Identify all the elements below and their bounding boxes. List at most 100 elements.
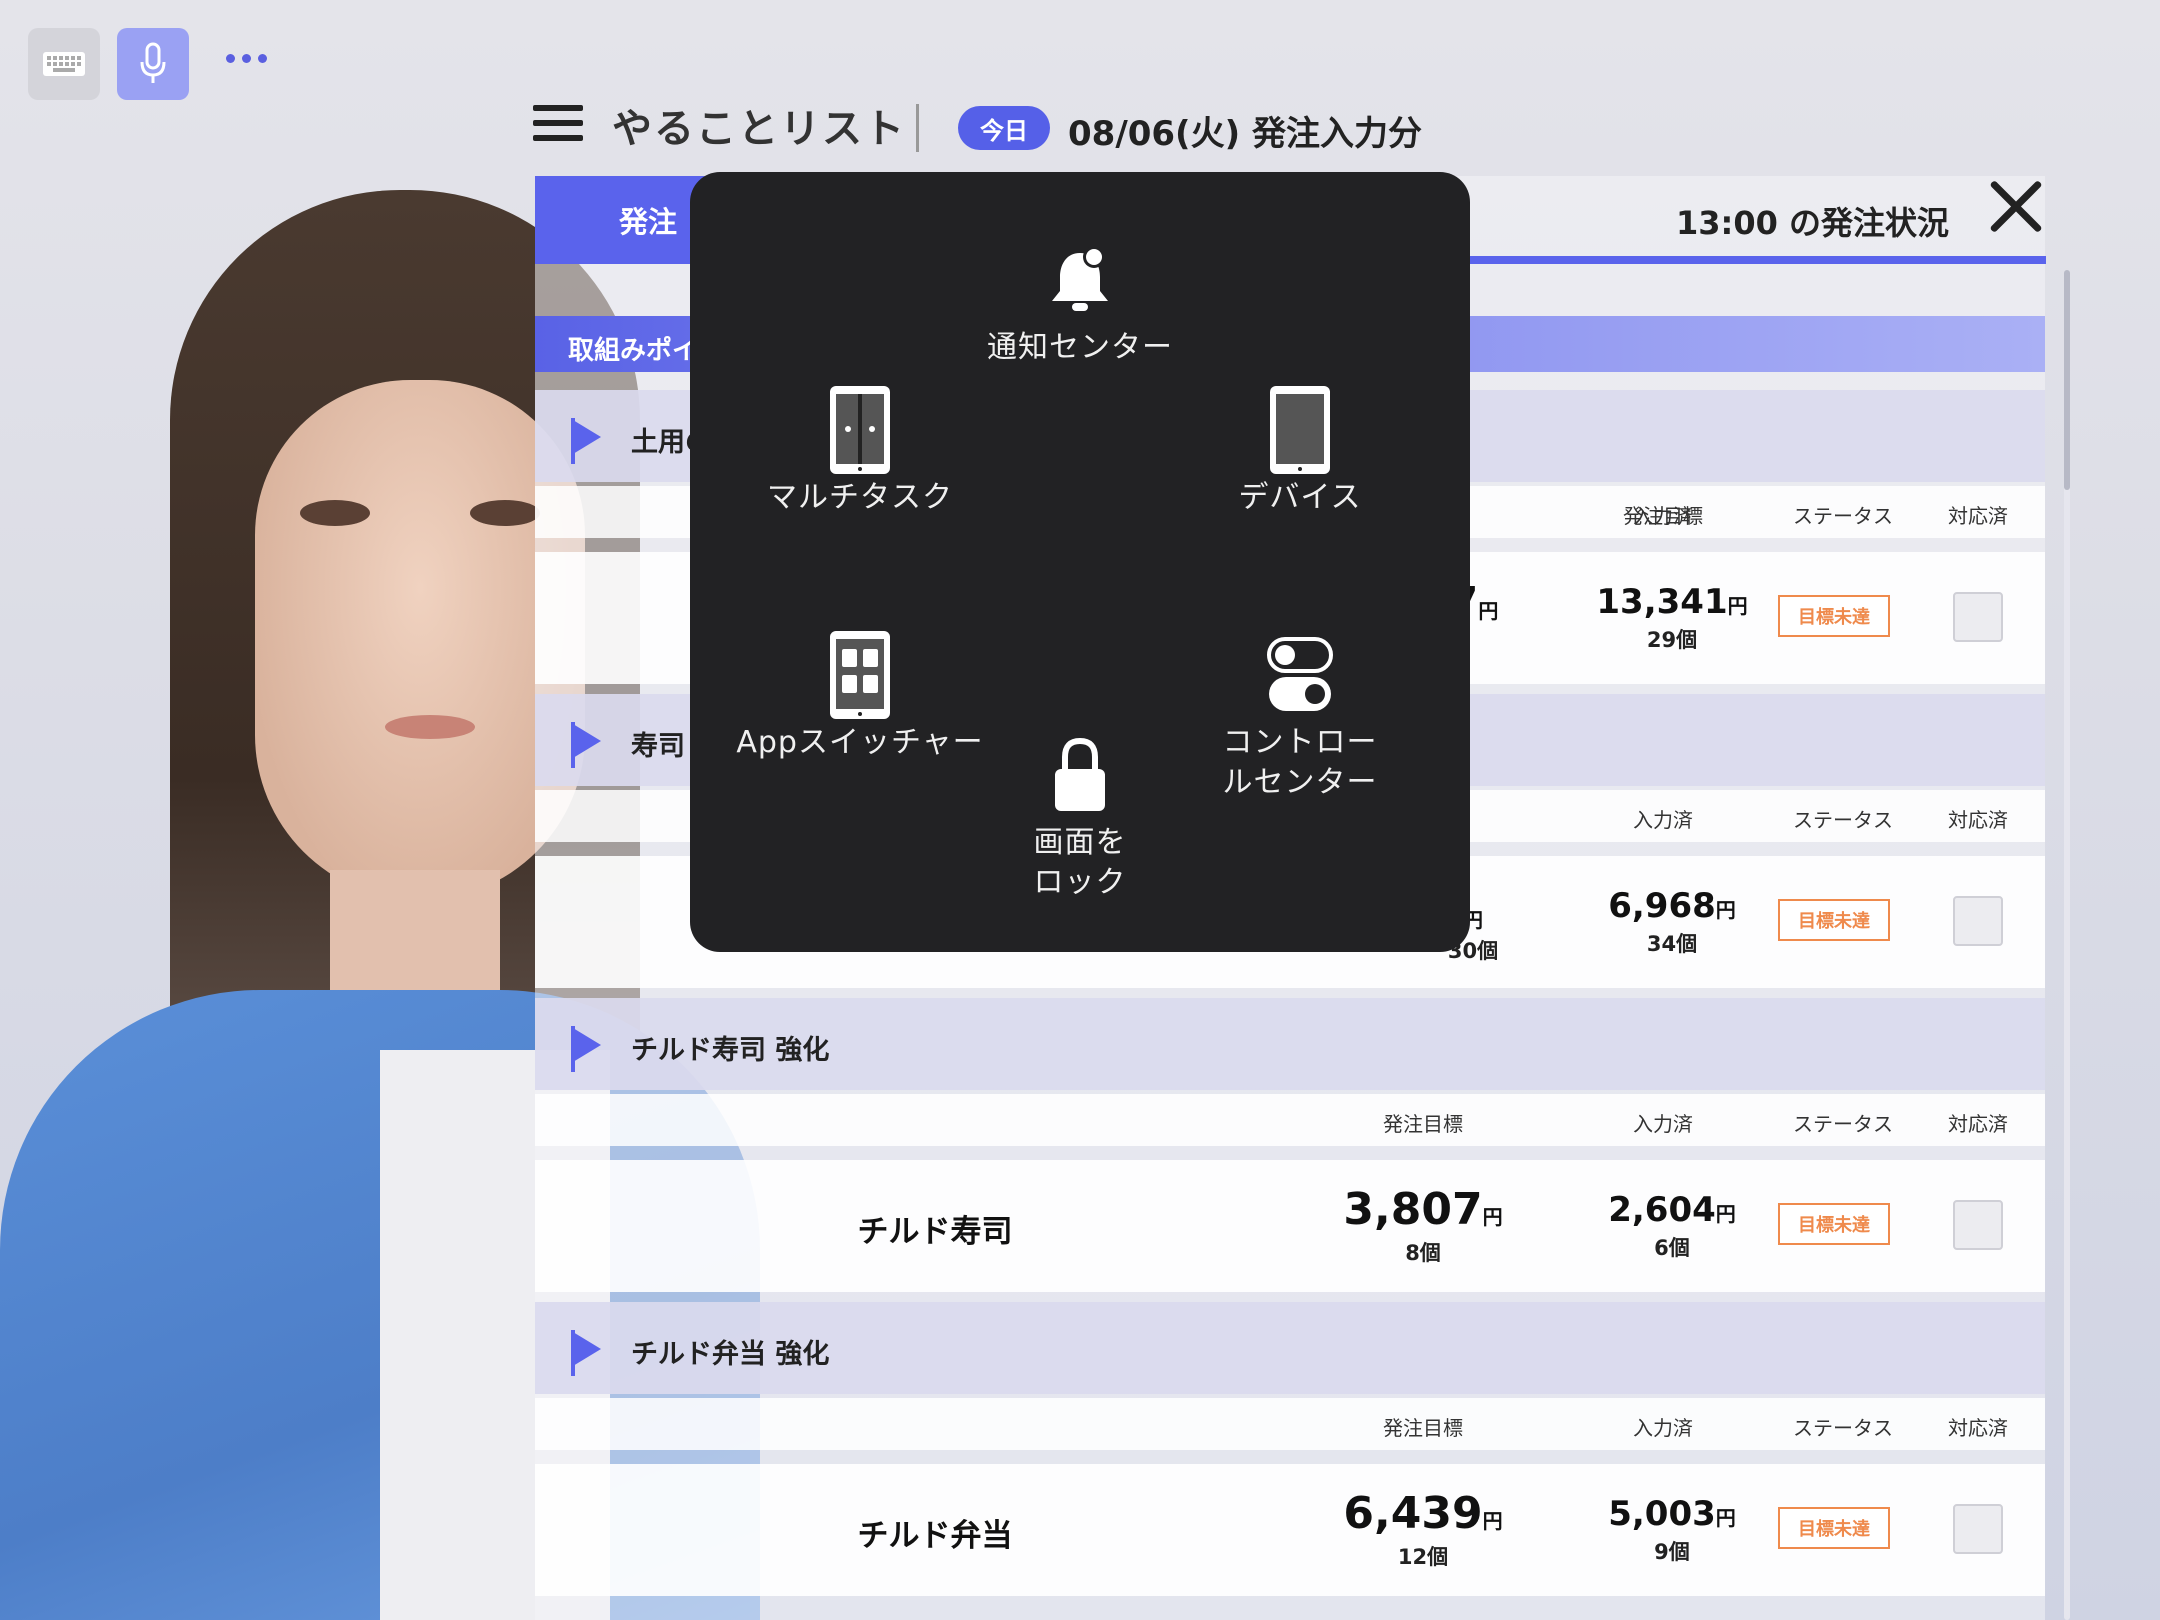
done-checkbox[interactable] xyxy=(1953,896,2003,946)
entered-value: 6,968 xyxy=(1608,886,1716,926)
tab-underline xyxy=(1466,256,2046,264)
multitask-button[interactable]: マルチタスク xyxy=(730,382,990,518)
more-button[interactable] xyxy=(222,48,270,68)
col-done: 対応済 xyxy=(1948,808,2008,832)
col-target: 発注目標 xyxy=(1383,1112,1463,1136)
col-status: ステータス xyxy=(1793,1112,1893,1136)
col-entered: 入力済 xyxy=(1633,1416,1693,1440)
multitask-label: マルチタスク xyxy=(767,480,953,515)
entered-cell: 5,003円 9個 xyxy=(1608,1494,1736,1566)
microphone-button[interactable] xyxy=(117,28,189,100)
col-entered: 入力済 xyxy=(1633,808,1693,832)
bell-icon xyxy=(1052,246,1108,311)
microphone-icon xyxy=(140,42,166,83)
done-checkbox[interactable] xyxy=(1953,592,2003,642)
section-title: チルド弁当 強化 xyxy=(631,1339,830,1370)
flag-shape xyxy=(573,420,601,454)
target-count: 8個 xyxy=(1405,1241,1441,1265)
target-cell: 6,439円 12個 xyxy=(1343,1488,1502,1571)
keyboard-button[interactable] xyxy=(28,28,100,100)
entered-count: 6個 xyxy=(1654,1236,1690,1260)
tab-order-label: 発注 xyxy=(619,205,678,239)
multitask-icon xyxy=(830,386,890,474)
section-header[interactable]: チルド弁当 強化 xyxy=(535,1302,2045,1394)
focus-points-label: 取組みポイ xyxy=(568,336,699,366)
close-icon[interactable] xyxy=(1986,176,2046,236)
section-title: チルド寿司 強化 xyxy=(631,1035,830,1066)
entered-count: 9個 xyxy=(1654,1540,1690,1564)
entered-unit: 円 xyxy=(1715,1202,1736,1226)
status-badge: 目標未達 xyxy=(1778,1507,1890,1549)
column-header-row: 発注目標 入力済 ステータス 対応済 xyxy=(535,1094,2045,1146)
section-header[interactable]: チルド寿司 強化 xyxy=(535,998,2045,1090)
lock-screen-label-line2: ロック xyxy=(1033,865,1127,900)
entered-unit: 円 xyxy=(1715,898,1736,922)
col-done: 対応済 xyxy=(1948,504,2008,528)
tablet-icon xyxy=(1270,386,1330,474)
page-title: やることリスト xyxy=(612,106,906,152)
more-dots-icon xyxy=(225,53,235,63)
status-badge: 目標未達 xyxy=(1778,1203,1890,1245)
col-status: ステータス xyxy=(1793,504,1893,528)
target-unit: 円 xyxy=(1478,599,1499,623)
lock-icon xyxy=(1055,737,1105,811)
notification-center-button[interactable]: 通知センター xyxy=(950,232,1210,368)
device-button[interactable]: デバイス xyxy=(1170,382,1430,518)
col-status: ステータス xyxy=(1793,808,1893,832)
done-checkbox[interactable] xyxy=(1953,1504,2003,1554)
toggle-switches-icon xyxy=(1267,637,1333,711)
header-divider xyxy=(916,104,919,152)
more-dot xyxy=(241,53,251,63)
table-row: チルド寿司 3,807円 8個 2,604円 6個 目標未達 xyxy=(535,1160,2045,1292)
app-switcher-icon xyxy=(830,631,890,719)
col-status: ステータス xyxy=(1793,1416,1893,1440)
entered-value: 5,003 xyxy=(1608,1494,1716,1534)
target-value: 3,807 xyxy=(1343,1184,1483,1235)
status-badge: 目標未達 xyxy=(1778,899,1890,941)
entered-value: 2,604 xyxy=(1608,1190,1716,1230)
col-entered: 入力済 xyxy=(1633,1112,1693,1136)
section-title: 寿司 xyxy=(631,731,685,762)
column-header-row: 発注目標 入力済 ステータス 対応済 xyxy=(535,1398,2045,1450)
today-badge: 今日 xyxy=(958,106,1050,150)
status-badge: 目標未達 xyxy=(1778,595,1890,637)
flag-shape xyxy=(573,724,601,758)
col-done: 対応済 xyxy=(1948,1416,2008,1440)
assistive-touch-menu: 通知センター マルチタスク デバイス Appスイッチャー コントロー ルセンター… xyxy=(690,172,1470,952)
col-done: 対応済 xyxy=(1948,1112,2008,1136)
device-label: デバイス xyxy=(1238,480,1362,515)
order-date: 08/06(火) 発注入力分 xyxy=(1068,114,1422,154)
keyboard-icon xyxy=(43,52,85,76)
scrollbar-thumb[interactable] xyxy=(2064,270,2070,490)
menu-icon[interactable] xyxy=(533,105,583,141)
target-unit: 円 xyxy=(1482,1205,1503,1229)
col-entered: 入力済 xyxy=(1633,504,1693,528)
entered-unit: 円 xyxy=(1727,594,1748,618)
tab-order-status[interactable]: 13:00 の発注状況 xyxy=(1676,198,1949,244)
table-row: チルド弁当 6,439円 12個 5,003円 9個 目標未達 xyxy=(535,1464,2045,1596)
avatar-mouth xyxy=(385,715,475,739)
entered-count: 29個 xyxy=(1646,628,1698,652)
avatar-eye-left xyxy=(300,500,370,526)
col-target: 発注目標 xyxy=(1383,1416,1463,1440)
lock-screen-label-line1: 画面を xyxy=(1033,825,1127,860)
entered-value: 13,341 xyxy=(1596,582,1728,622)
done-checkbox[interactable] xyxy=(1953,1200,2003,1250)
entered-unit: 円 xyxy=(1715,1506,1736,1530)
more-dot xyxy=(257,53,267,63)
entered-cell: 6,968円 34個 xyxy=(1608,886,1736,958)
entered-cell: 13,341円 29個 xyxy=(1596,582,1747,654)
entered-count: 34個 xyxy=(1646,932,1698,956)
target-value: 6,439 xyxy=(1343,1488,1483,1539)
target-count: 12個 xyxy=(1397,1545,1449,1569)
lock-screen-button[interactable]: 画面を ロック xyxy=(950,727,1210,903)
avatar-eye-right xyxy=(470,500,540,526)
notification-center-label: 通知センター xyxy=(987,330,1173,365)
entered-cell: 2,604円 6個 xyxy=(1608,1190,1736,1262)
item-name: チルド寿司 xyxy=(857,1214,1013,1250)
item-name: チルド弁当 xyxy=(857,1518,1013,1554)
flag-shape xyxy=(573,1028,601,1062)
flag-shape xyxy=(573,1332,601,1366)
target-unit: 円 xyxy=(1482,1509,1503,1533)
target-cell: 3,807円 8個 xyxy=(1343,1184,1502,1267)
